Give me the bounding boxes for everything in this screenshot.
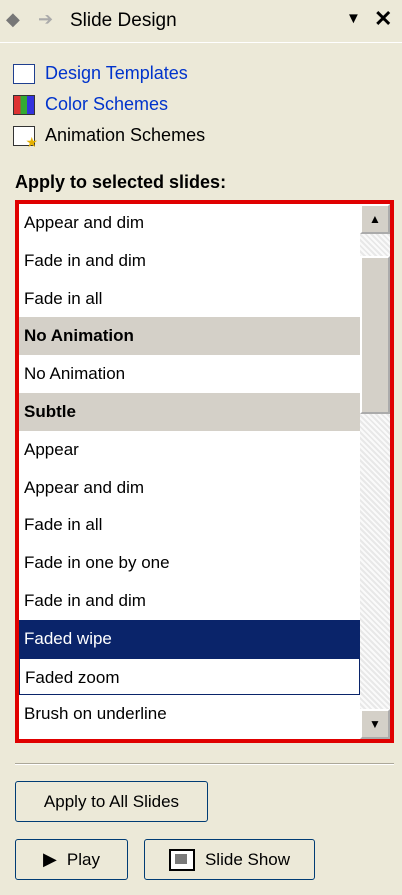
task-pane-titlebar: ◆ ➔ Slide Design ▼ ✕ bbox=[0, 0, 402, 43]
list-item[interactable]: Faded wipe bbox=[19, 619, 360, 658]
list-item[interactable]: Appear bbox=[19, 431, 360, 469]
list-item[interactable]: Fade in one by one bbox=[19, 544, 360, 582]
color-schemes-link[interactable]: Color Schemes bbox=[13, 89, 393, 120]
design-templates-icon bbox=[13, 63, 35, 84]
list-item[interactable]: Fade in and dim bbox=[19, 582, 360, 620]
scroll-thumb[interactable] bbox=[360, 256, 390, 414]
list-item[interactable]: Faded zoom bbox=[19, 657, 360, 696]
animation-schemes-link[interactable]: ★ Animation Schemes bbox=[13, 120, 393, 151]
divider bbox=[15, 763, 394, 765]
color-schemes-label: Color Schemes bbox=[45, 94, 169, 114]
design-templates-label: Design Templates bbox=[45, 63, 188, 83]
list-item[interactable]: Fade in all bbox=[19, 506, 360, 544]
list-item[interactable]: Appear and dim bbox=[19, 469, 360, 507]
scroll-up-button[interactable]: ▲ bbox=[360, 204, 390, 234]
back-arrow-icon[interactable]: ◆ bbox=[6, 9, 20, 30]
color-schemes-icon bbox=[13, 94, 35, 115]
animation-schemes-icon: ★ bbox=[13, 125, 38, 149]
list-item[interactable]: No Animation bbox=[19, 355, 360, 393]
list-group-header: No Animation bbox=[19, 317, 360, 356]
design-links: Design Templates Color Schemes ★ Animati… bbox=[13, 58, 393, 151]
list-group-header: Subtle bbox=[19, 392, 360, 431]
play-label: Play bbox=[66, 849, 100, 869]
slide-show-icon bbox=[168, 848, 195, 871]
play-button[interactable]: ▶ Play bbox=[15, 839, 128, 880]
apply-to-all-slides-label: Apply to All Slides bbox=[43, 791, 180, 811]
animation-schemes-label: Animation Schemes bbox=[45, 125, 206, 145]
list-item[interactable]: Brush on underline bbox=[19, 695, 360, 733]
play-icon: ▶ bbox=[43, 849, 57, 869]
animation-schemes-listbox[interactable]: Appear and dim Fade in and dim Fade in all… bbox=[19, 204, 360, 739]
list-item[interactable]: Fade in and dim bbox=[19, 242, 360, 280]
list-scrollbar[interactable]: ▲ ▼ bbox=[360, 204, 390, 739]
slide-show-label: Slide Show bbox=[204, 849, 291, 869]
list-item[interactable]: Fade in all bbox=[19, 280, 360, 318]
animation-list-frame: Appear and dim Fade in and dim Fade in all… bbox=[15, 200, 394, 743]
task-pane-menu-button[interactable]: ▼ bbox=[346, 10, 361, 27]
slide-show-button[interactable]: Slide Show bbox=[144, 839, 315, 880]
scroll-down-button[interactable]: ▼ bbox=[360, 709, 390, 739]
apply-to-all-slides-button[interactable]: Apply to All Slides bbox=[15, 781, 208, 822]
close-button[interactable]: ✕ bbox=[374, 6, 392, 32]
apply-to-selected-label: Apply to selected slides: bbox=[15, 172, 227, 192]
task-pane-title: Slide Design bbox=[70, 10, 177, 31]
design-templates-link[interactable]: Design Templates bbox=[13, 58, 393, 89]
forward-arrow-icon[interactable]: ➔ bbox=[38, 9, 53, 30]
list-item[interactable]: Appear and dim bbox=[19, 204, 360, 242]
